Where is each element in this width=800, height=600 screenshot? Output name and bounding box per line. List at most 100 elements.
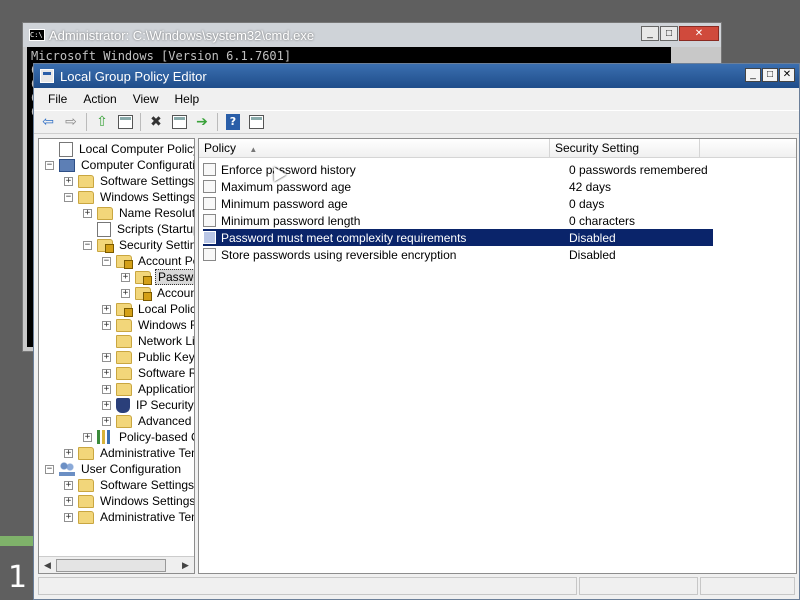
cmd-icon: C:\. (29, 29, 47, 41)
tree-item-label: Computer Configuration (81, 158, 195, 172)
cmd-title: Administrator: C:\Windows\system32\cmd.e… (49, 27, 315, 43)
tree-item[interactable]: Network List Manager (102, 333, 195, 349)
scroll-right-icon[interactable]: ▶ (177, 557, 194, 573)
expand-icon[interactable]: + (102, 304, 111, 314)
up-folder-icon[interactable]: ⇧ (92, 112, 112, 132)
security-setting-value: 0 passwords remembered (569, 162, 708, 177)
gpe-title-bar[interactable]: Local Group Policy Editor (34, 64, 799, 88)
collapse-icon[interactable]: − (45, 160, 54, 170)
policy-row[interactable]: Minimum password age 0 days (203, 195, 713, 212)
menu-help[interactable]: Help (167, 92, 208, 106)
tree-item[interactable]: − Computer Configuration (45, 157, 195, 173)
tree-item[interactable]: + Software Restriction (102, 365, 194, 381)
expand-icon[interactable]: + (64, 176, 73, 186)
maximize-icon[interactable]: □ (660, 26, 678, 41)
expand-icon[interactable]: + (102, 352, 111, 362)
tree-item[interactable]: + Account Lockout Policy (121, 285, 194, 301)
back-arrow-icon[interactable]: ⇦ (38, 112, 58, 132)
tree-item[interactable]: + Local Policies (102, 301, 194, 317)
tree-item-label: Network List Manager (138, 334, 195, 348)
gpe-app-icon (40, 69, 54, 83)
tree-item[interactable]: + Password Policy (121, 269, 194, 285)
help-icon[interactable]: ? (223, 112, 243, 132)
tree-item[interactable]: + Software Settings (64, 477, 194, 493)
tree-item[interactable]: − User Configuration (45, 461, 183, 477)
tree-item[interactable]: Scripts (Startup/Shutdown) (83, 221, 194, 237)
expand-icon[interactable]: + (102, 368, 111, 378)
collapse-icon[interactable]: − (45, 464, 54, 474)
folder-icon (116, 350, 132, 364)
minimize-icon[interactable]: _ (641, 26, 659, 41)
expand-icon[interactable]: + (102, 400, 111, 410)
tree-item[interactable]: Local Computer Policy (45, 141, 195, 157)
tree-horizontal-scrollbar[interactable]: ◀ ▶ (39, 556, 194, 573)
tree-item-label: Local Computer Policy (79, 142, 195, 156)
expand-icon[interactable]: + (64, 512, 73, 522)
tree-item[interactable]: + Name Resolution Policy (83, 205, 194, 221)
policy-setting-icon (203, 214, 216, 227)
expand-icon[interactable]: + (83, 208, 92, 218)
menu-file[interactable]: File (40, 92, 75, 106)
expand-icon[interactable]: + (64, 448, 73, 458)
security-folder-icon (116, 302, 133, 317)
toolbar-separator (140, 113, 141, 131)
tree-item[interactable]: + Windows Firewall (102, 317, 194, 333)
desktop-number: 1 (8, 560, 28, 595)
scroll-thumb[interactable] (56, 559, 166, 572)
tree-item[interactable]: + Public Key Policies (102, 349, 195, 365)
scroll-left-icon[interactable]: ◀ (39, 557, 56, 573)
expand-icon[interactable]: + (64, 480, 73, 490)
tree-item-label: Public Key Policies (138, 350, 195, 364)
expand-icon[interactable]: + (121, 288, 130, 298)
maximize-icon[interactable]: □ (762, 68, 778, 82)
menu-action[interactable]: Action (75, 92, 124, 106)
expand-icon[interactable]: + (102, 384, 111, 394)
export-list-icon[interactable]: ➔ (192, 112, 212, 132)
security-setting-value: Disabled (569, 230, 616, 245)
column-header-security-setting[interactable]: Security Setting (550, 139, 700, 158)
tree-item[interactable]: + Windows Settings (64, 493, 194, 509)
tree-item[interactable]: + Software Settings (64, 173, 194, 189)
tree-item[interactable]: − Windows Settings (64, 189, 194, 205)
column-header-policy[interactable]: Policy ▲ (199, 139, 550, 158)
expand-icon[interactable]: + (121, 272, 130, 282)
collapse-icon[interactable]: − (64, 192, 73, 202)
tree-item[interactable]: + Administrative Templates (64, 509, 194, 525)
tree-item[interactable]: + Policy-based QoS (83, 429, 194, 445)
policy-row[interactable]: Store passwords using reversible encrypt… (203, 246, 713, 263)
expand-icon[interactable]: + (83, 432, 92, 442)
tree-item-label: Administrative Templates (100, 510, 194, 524)
column-policy-label: Policy (204, 141, 237, 155)
show-hide-tree-icon[interactable] (115, 112, 135, 132)
console-tree[interactable]: + Administrative Templates + Windows Settin… (38, 138, 195, 574)
expand-icon[interactable]: + (102, 416, 111, 426)
forward-arrow-icon[interactable]: ⇨ (61, 112, 81, 132)
group-policy-editor-window[interactable]: Local Group Policy Editor _ □ ✕ File Act… (33, 63, 800, 600)
tree-item[interactable]: + Administrative Templates (64, 445, 194, 461)
close-icon[interactable]: ✕ (679, 26, 719, 41)
collapse-icon[interactable]: − (102, 256, 111, 266)
tree-item[interactable]: + Advanced Audit (102, 413, 194, 429)
expand-icon[interactable]: + (64, 496, 73, 506)
policy-list[interactable]: Policy ▲ Security Setting Enforce passwo… (198, 138, 797, 574)
close-icon[interactable]: ✕ (779, 68, 795, 82)
tree-item[interactable]: − Account Policies (102, 253, 194, 269)
properties-icon[interactable] (169, 112, 189, 132)
tree-item-label: Administrative Templates (100, 446, 194, 460)
delete-icon[interactable]: ✖ (146, 112, 166, 132)
policy-row[interactable]: Maximum password age 42 days (203, 178, 713, 195)
tree-item[interactable]: + IP Security Policies (102, 397, 194, 413)
minimize-icon[interactable]: _ (745, 68, 761, 82)
policy-row[interactable]: Minimum password length 0 characters (203, 212, 713, 229)
show-hide-action-pane-icon[interactable] (246, 112, 266, 132)
security-folder-icon (97, 238, 114, 253)
cmd-title-bar[interactable]: C:\. Administrator: C:\Windows\system32\… (23, 23, 721, 47)
menu-view[interactable]: View (125, 92, 167, 106)
expand-icon[interactable]: + (102, 320, 111, 330)
security-setting-value: 0 characters (569, 213, 636, 228)
collapse-icon[interactable]: − (83, 240, 92, 250)
policy-row[interactable]: Password must meet complexity requiremen… (203, 229, 713, 246)
tree-item[interactable]: − Security Settings (83, 237, 194, 253)
tree-item[interactable]: + Application Control (102, 381, 194, 397)
